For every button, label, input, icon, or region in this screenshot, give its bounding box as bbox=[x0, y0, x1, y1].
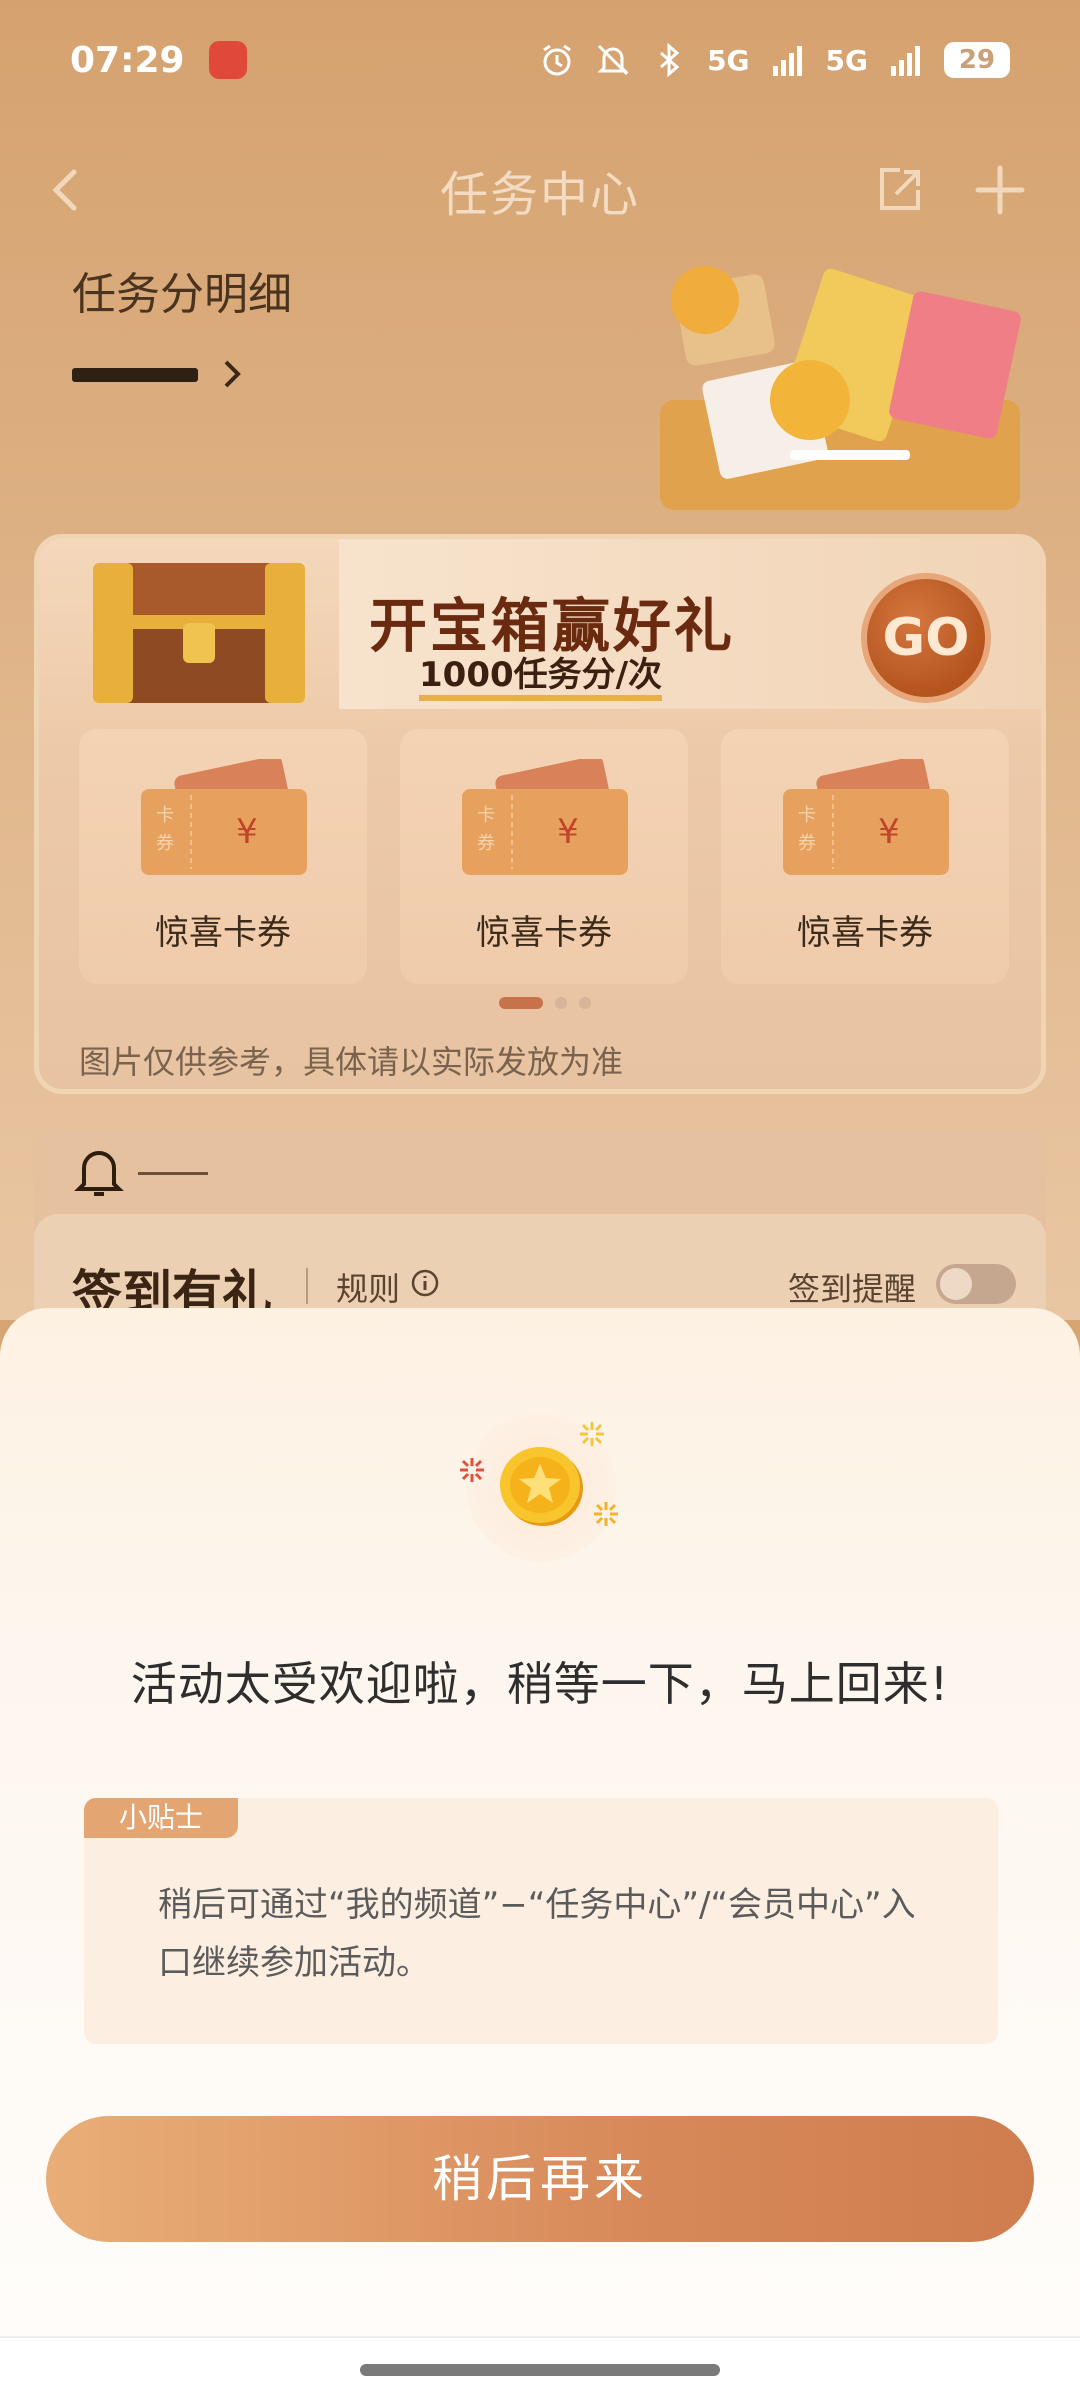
divider bbox=[306, 1268, 308, 1304]
mute-icon bbox=[597, 44, 629, 76]
come-back-later-button[interactable]: 稍后再来 bbox=[46, 2116, 1034, 2242]
treasure-illustration bbox=[660, 266, 1021, 510]
tip-text: 稍后可通过“我的频道”−“任务中心”/“会员中心”入口继续参加活动。 bbox=[158, 1885, 916, 1983]
rule-link[interactable]: 规则 bbox=[336, 1264, 400, 1310]
treasure-chest-icon bbox=[93, 563, 305, 703]
modal-title: 活动太受欢迎啦，稍等一下，马上回来! bbox=[130, 1657, 950, 1711]
signal-icon-2 bbox=[891, 46, 920, 76]
svg-text:卡: 卡 bbox=[798, 805, 816, 826]
coupon-icon: 卡 券 ¥ bbox=[462, 759, 628, 875]
points-detail-label[interactable]: 任务分明细 bbox=[72, 258, 292, 322]
svg-text:¥: ¥ bbox=[236, 812, 258, 852]
svg-text:卡: 卡 bbox=[156, 805, 174, 826]
carousel-dot-active bbox=[499, 997, 543, 1009]
svg-text:券: 券 bbox=[477, 833, 495, 854]
add-icon[interactable] bbox=[970, 160, 1030, 220]
treasure-box-card: 开宝箱赢好礼 1000任务分/次 GO 卡 券 ¥ 惊喜卡券 卡 券 ¥ 惊喜卡… bbox=[34, 534, 1046, 1094]
svg-text:¥: ¥ bbox=[878, 812, 900, 852]
carousel-dot bbox=[555, 997, 567, 1009]
network-label-1: 5G bbox=[707, 43, 750, 77]
sparkle-icon bbox=[594, 1502, 618, 1526]
treasure-title: 开宝箱赢好礼 bbox=[369, 592, 736, 660]
coupon-icon: 卡 券 ¥ bbox=[783, 759, 949, 875]
svg-text:券: 券 bbox=[156, 833, 174, 854]
background-page: 07:29 5G 5G 29 任务中心 任务分明细 开宝箱赢好礼 1000任务分… bbox=[0, 0, 1080, 1414]
sparkle-icon bbox=[460, 1458, 484, 1482]
coupon-label: 惊喜卡券 bbox=[797, 913, 933, 953]
signal-icon bbox=[772, 46, 802, 76]
home-indicator[interactable] bbox=[360, 2364, 720, 2376]
tip-tag: 小贴士 bbox=[84, 1798, 238, 1838]
share-icon[interactable] bbox=[870, 160, 930, 220]
coin-icon bbox=[500, 1447, 583, 1526]
coupon-item[interactable]: 卡 券 ¥ 惊喜卡券 bbox=[400, 729, 688, 984]
treasure-cost: 1000任务分/次 bbox=[419, 655, 663, 701]
coupon-item[interactable]: 卡 券 ¥ 惊喜卡券 bbox=[79, 729, 367, 984]
sparkle-icon bbox=[580, 1422, 604, 1446]
checkin-remind-toggle[interactable] bbox=[936, 1264, 1016, 1304]
page-title: 任务中心 bbox=[439, 167, 640, 223]
app-notification-icon bbox=[208, 41, 247, 79]
go-button[interactable]: GO bbox=[861, 573, 991, 703]
svg-text:¥: ¥ bbox=[557, 812, 579, 852]
coupon-item[interactable]: 卡 券 ¥ 惊喜卡券 bbox=[721, 729, 1009, 984]
bell-icon bbox=[74, 1151, 124, 1196]
svg-text:券: 券 bbox=[798, 833, 816, 854]
points-value-redacted bbox=[72, 368, 198, 382]
carousel-dot bbox=[579, 997, 591, 1009]
coupon-icon: 卡 券 ¥ bbox=[141, 759, 307, 875]
disclaimer-text: 图片仅供参考，具体请以实际发放为准 bbox=[79, 1043, 624, 1081]
coupon-list: 卡 券 ¥ 惊喜卡券 卡 券 ¥ 惊喜卡券 卡 券 ¥ 惊喜卡券 bbox=[79, 729, 1009, 984]
svg-text:卡: 卡 bbox=[477, 805, 495, 826]
coupon-label: 惊喜卡券 bbox=[476, 913, 612, 953]
carousel-dots bbox=[499, 997, 591, 1009]
info-icon[interactable] bbox=[410, 1268, 440, 1298]
battery-indicator: 29 bbox=[944, 42, 1010, 78]
busy-modal-sheet: 活动太受欢迎啦，稍等一下，马上回来! 小贴士 稍后可通过“我的频道”−“任务中心… bbox=[0, 1308, 1080, 2400]
status-time: 07:29 bbox=[70, 39, 185, 81]
status-bar: 07:29 5G 5G 29 bbox=[0, 0, 1080, 120]
coupon-label: 惊喜卡券 bbox=[155, 913, 291, 953]
network-label-2: 5G bbox=[825, 43, 868, 77]
chevron-right-icon[interactable] bbox=[214, 356, 250, 392]
notice-placeholder bbox=[138, 1172, 208, 1175]
nav-bar: 任务中心 bbox=[0, 140, 1080, 240]
status-icons: 5G 5G 29 bbox=[539, 42, 1010, 78]
alarm-icon bbox=[543, 44, 571, 76]
bluetooth-icon bbox=[660, 42, 680, 78]
checkin-remind-label: 签到提醒 bbox=[787, 1270, 916, 1308]
back-icon[interactable] bbox=[36, 160, 96, 220]
tip-box: 小贴士 稍后可通过“我的频道”−“任务中心”/“会员中心”入口继续参加活动。 bbox=[84, 1798, 998, 2044]
